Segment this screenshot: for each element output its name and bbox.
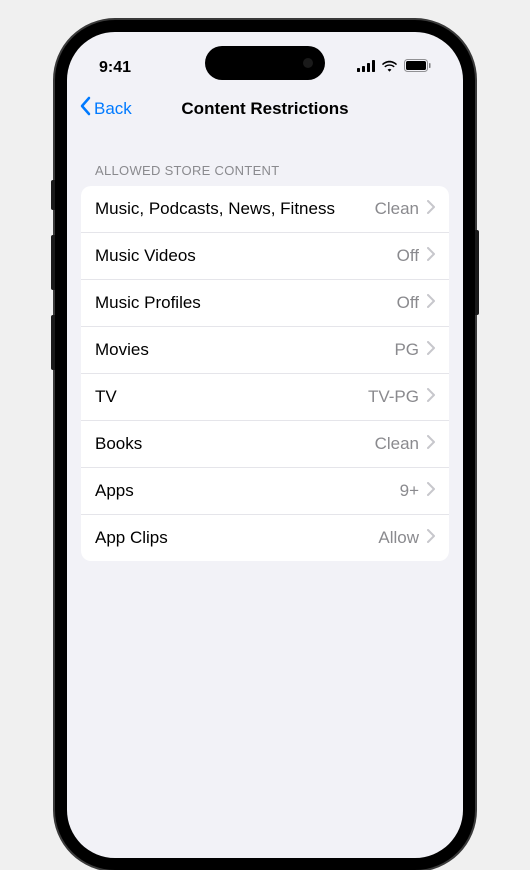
settings-row-books[interactable]: Books Clean [81,421,449,468]
row-value: Off [397,293,419,313]
settings-list: Music, Podcasts, News, Fitness Clean Mus… [81,186,449,561]
settings-row-music-profiles[interactable]: Music Profiles Off [81,280,449,327]
status-time: 9:41 [99,59,131,77]
settings-row-apps[interactable]: Apps 9+ [81,468,449,515]
screen: 9:41 Back Content Restrictions [67,32,463,858]
phone-frame: 9:41 Back Content Restrictions [55,20,475,870]
row-label: Apps [95,481,134,501]
chevron-right-icon [427,341,435,360]
dynamic-island [205,46,325,80]
row-value: TV-PG [368,387,419,407]
chevron-right-icon [427,529,435,548]
back-label: Back [94,99,132,119]
settings-row-app-clips[interactable]: App Clips Allow [81,515,449,561]
wifi-icon [381,59,398,77]
row-label: Music, Podcasts, News, Fitness [95,199,335,219]
chevron-right-icon [427,435,435,454]
cellular-icon [357,59,375,77]
section-header: ALLOWED STORE CONTENT [67,135,463,186]
navigation-bar: Back Content Restrictions [67,86,463,135]
chevron-right-icon [427,388,435,407]
row-label: Music Videos [95,246,196,266]
chevron-right-icon [427,482,435,501]
row-value: Clean [375,199,419,219]
phone-side-buttons-left [51,180,55,395]
row-value: 9+ [400,481,419,501]
settings-row-music-podcasts[interactable]: Music, Podcasts, News, Fitness Clean [81,186,449,233]
row-label: Movies [95,340,149,360]
row-label: TV [95,387,117,407]
chevron-left-icon [79,96,91,121]
row-label: Books [95,434,142,454]
phone-side-buttons-right [475,230,479,315]
back-button[interactable]: Back [79,96,132,121]
settings-row-movies[interactable]: Movies PG [81,327,449,374]
chevron-right-icon [427,247,435,266]
chevron-right-icon [427,200,435,219]
settings-row-tv[interactable]: TV TV-PG [81,374,449,421]
row-value: PG [394,340,419,360]
row-value: Allow [378,528,419,548]
settings-row-music-videos[interactable]: Music Videos Off [81,233,449,280]
row-value: Clean [375,434,419,454]
row-label: Music Profiles [95,293,201,313]
status-icons [357,59,431,77]
page-title: Content Restrictions [181,99,348,119]
battery-icon [404,59,431,77]
row-value: Off [397,246,419,266]
chevron-right-icon [427,294,435,313]
row-label: App Clips [95,528,168,548]
